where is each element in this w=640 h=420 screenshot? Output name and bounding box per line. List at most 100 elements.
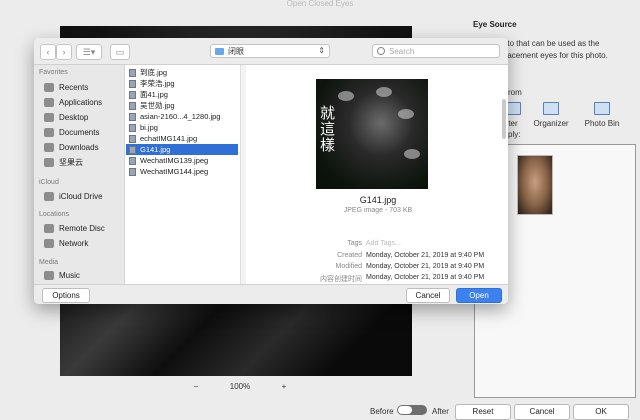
foliage (398, 109, 414, 119)
sidebar-item-documents[interactable]: Documents (44, 125, 99, 139)
zoom-controls: − 100% + (190, 378, 290, 394)
favorites-header: Favorites (39, 69, 68, 76)
sidebar-item-applications[interactable]: Applications (44, 95, 102, 109)
image-file-icon (129, 134, 136, 143)
preview-image: 就 這 樣 (316, 79, 428, 189)
before-after-toggle[interactable] (397, 405, 427, 415)
sidebar-item-jianguoyun[interactable]: 坚果云 (44, 155, 83, 169)
meta-value: Monday, October 21, 2019 at 9:40 PM (366, 274, 485, 281)
file-row[interactable]: echatIMG141.jpg (126, 133, 238, 144)
sidebar-item-label: Documents (59, 127, 100, 137)
sidebar-item-downloads[interactable]: Downloads (44, 140, 99, 154)
preview-filename: G141.jpg (359, 195, 397, 205)
file-name: WechatIMG139.jpeg (140, 156, 209, 165)
search-field[interactable]: Search (372, 44, 500, 58)
zoom-out-icon[interactable]: − (190, 380, 202, 392)
icloud-header: iCloud (39, 179, 59, 186)
meta-value: Monday, October 21, 2019 at 9:40 PM (366, 263, 485, 270)
file-name: 李荣浩.jpg (140, 79, 175, 88)
sidebar-item-network[interactable]: Network (44, 236, 88, 250)
toggle-knob (398, 406, 412, 414)
sidebar-item-remote-disc[interactable]: Remote Disc (44, 221, 105, 235)
preview-scrollbar[interactable] (502, 99, 506, 139)
image-file-icon (129, 156, 136, 165)
music-icon (44, 270, 54, 280)
dialog-cancel-button[interactable]: Cancel (406, 288, 450, 303)
reset-button[interactable]: Reset (455, 404, 511, 420)
file-name: 面41.jpg (140, 90, 168, 99)
disc-icon (44, 223, 54, 233)
tags-field[interactable]: Add Tags... (366, 240, 401, 247)
file-row[interactable]: asian-2160...4_1280.jpg (126, 111, 238, 122)
cloud-icon (44, 191, 54, 201)
image-file-icon (129, 123, 136, 132)
folder-icon (44, 157, 54, 167)
clock-icon (44, 82, 54, 92)
eye-source-description: photo that can be used as the replacemen… (494, 38, 640, 62)
description-line-2: replacement eyes for this photo. (494, 51, 608, 60)
image-file-icon (129, 68, 136, 77)
eye-source-title: Eye Source (473, 20, 517, 29)
image-file-icon (129, 101, 136, 110)
view-mode-button[interactable]: ☰▾ (76, 44, 102, 60)
location-label: 闭眼 (228, 46, 244, 56)
sidebar-item-label: iCloud Drive (59, 191, 103, 201)
dialog-sidebar: Favorites Recents Applications Desktop D… (34, 65, 125, 284)
image-caption: 就 這 樣 (320, 104, 336, 154)
source-photo-bin-button[interactable]: Photo Bin (577, 102, 627, 134)
open-file-dialog: ‹ › ☰▾ ▭ 闭眼 ⇕ Search Favorites Recents A… (34, 38, 508, 304)
image-file-icon (129, 112, 136, 121)
options-button[interactable]: Options (42, 288, 90, 303)
preview-image-text: 就 這 樣 (320, 105, 335, 153)
eye-thumbnail[interactable] (517, 155, 553, 215)
file-list-scrollbar[interactable] (241, 65, 246, 284)
locations-header: Locations (39, 211, 69, 218)
new-folder-icon[interactable]: ▭ (110, 44, 130, 60)
sidebar-item-icloud-drive[interactable]: iCloud Drive (44, 189, 103, 203)
meta-row-modified: Modified Monday, October 21, 2019 at 9:40… (248, 263, 508, 273)
ok-button[interactable]: OK (573, 404, 629, 420)
file-row[interactable]: 李荣浩.jpg (126, 78, 238, 89)
image-file-icon (129, 145, 136, 154)
file-row[interactable]: WechatIMG139.jpeg (126, 155, 238, 166)
dialog-footer: Options Cancel Open (34, 284, 508, 304)
source-organizer-button[interactable]: Organizer (526, 102, 576, 134)
sidebar-item-music[interactable]: Music (44, 268, 80, 282)
file-row[interactable]: 到底.jpg (126, 67, 238, 78)
meta-value: Monday, October 21, 2019 at 9:40 PM (366, 252, 485, 259)
preview-file-info: JPEG image - 703 KB (343, 207, 413, 214)
image-file-icon (129, 79, 136, 88)
zoom-level: 100% (229, 381, 251, 391)
file-row[interactable]: 吴世勋.jpg (126, 100, 238, 111)
meta-key: Tags (347, 240, 362, 247)
sidebar-item-label: Network (59, 238, 89, 248)
applications-icon (44, 97, 54, 107)
meta-row-created: Created Monday, October 21, 2019 at 9:40 … (248, 252, 508, 262)
sidebar-item-desktop[interactable]: Desktop (44, 110, 88, 124)
file-row[interactable]: bi.jpg (126, 122, 238, 133)
sidebar-item-recents[interactable]: Recents (44, 80, 88, 94)
after-label: After (432, 407, 449, 416)
zoom-in-icon[interactable]: + (278, 380, 290, 392)
location-popup[interactable]: 闭眼 ⇕ (210, 44, 330, 58)
file-row[interactable]: 面41.jpg (126, 89, 238, 100)
documents-icon (44, 127, 54, 137)
file-preview: 就 這 樣 G141.jpg JPEG image - 703 KB Tags A… (248, 65, 508, 284)
meta-key: Created (337, 252, 362, 259)
organizer-icon (543, 102, 559, 115)
back-button[interactable]: ‹ (40, 44, 56, 60)
cancel-button[interactable]: Cancel (514, 404, 570, 420)
open-button[interactable]: Open (456, 288, 502, 303)
source-label: Photo Bin (584, 119, 620, 128)
file-row[interactable]: WechatIMG144.jpeg (126, 166, 238, 177)
dialog-toolbar: ‹ › ☰▾ ▭ 闭眼 ⇕ Search (34, 38, 508, 65)
desktop-icon (44, 112, 54, 122)
sidebar-item-label: 坚果云 (59, 157, 83, 167)
foliage (338, 91, 354, 101)
file-name: asian-2160...4_1280.jpg (140, 112, 221, 121)
file-row-selected[interactable]: G141.jpg (126, 144, 238, 155)
forward-button[interactable]: › (56, 44, 72, 60)
sidebar-item-label: Applications (59, 97, 103, 107)
image-file-icon (129, 167, 136, 176)
file-name: WechatIMG144.jpeg (140, 167, 209, 176)
